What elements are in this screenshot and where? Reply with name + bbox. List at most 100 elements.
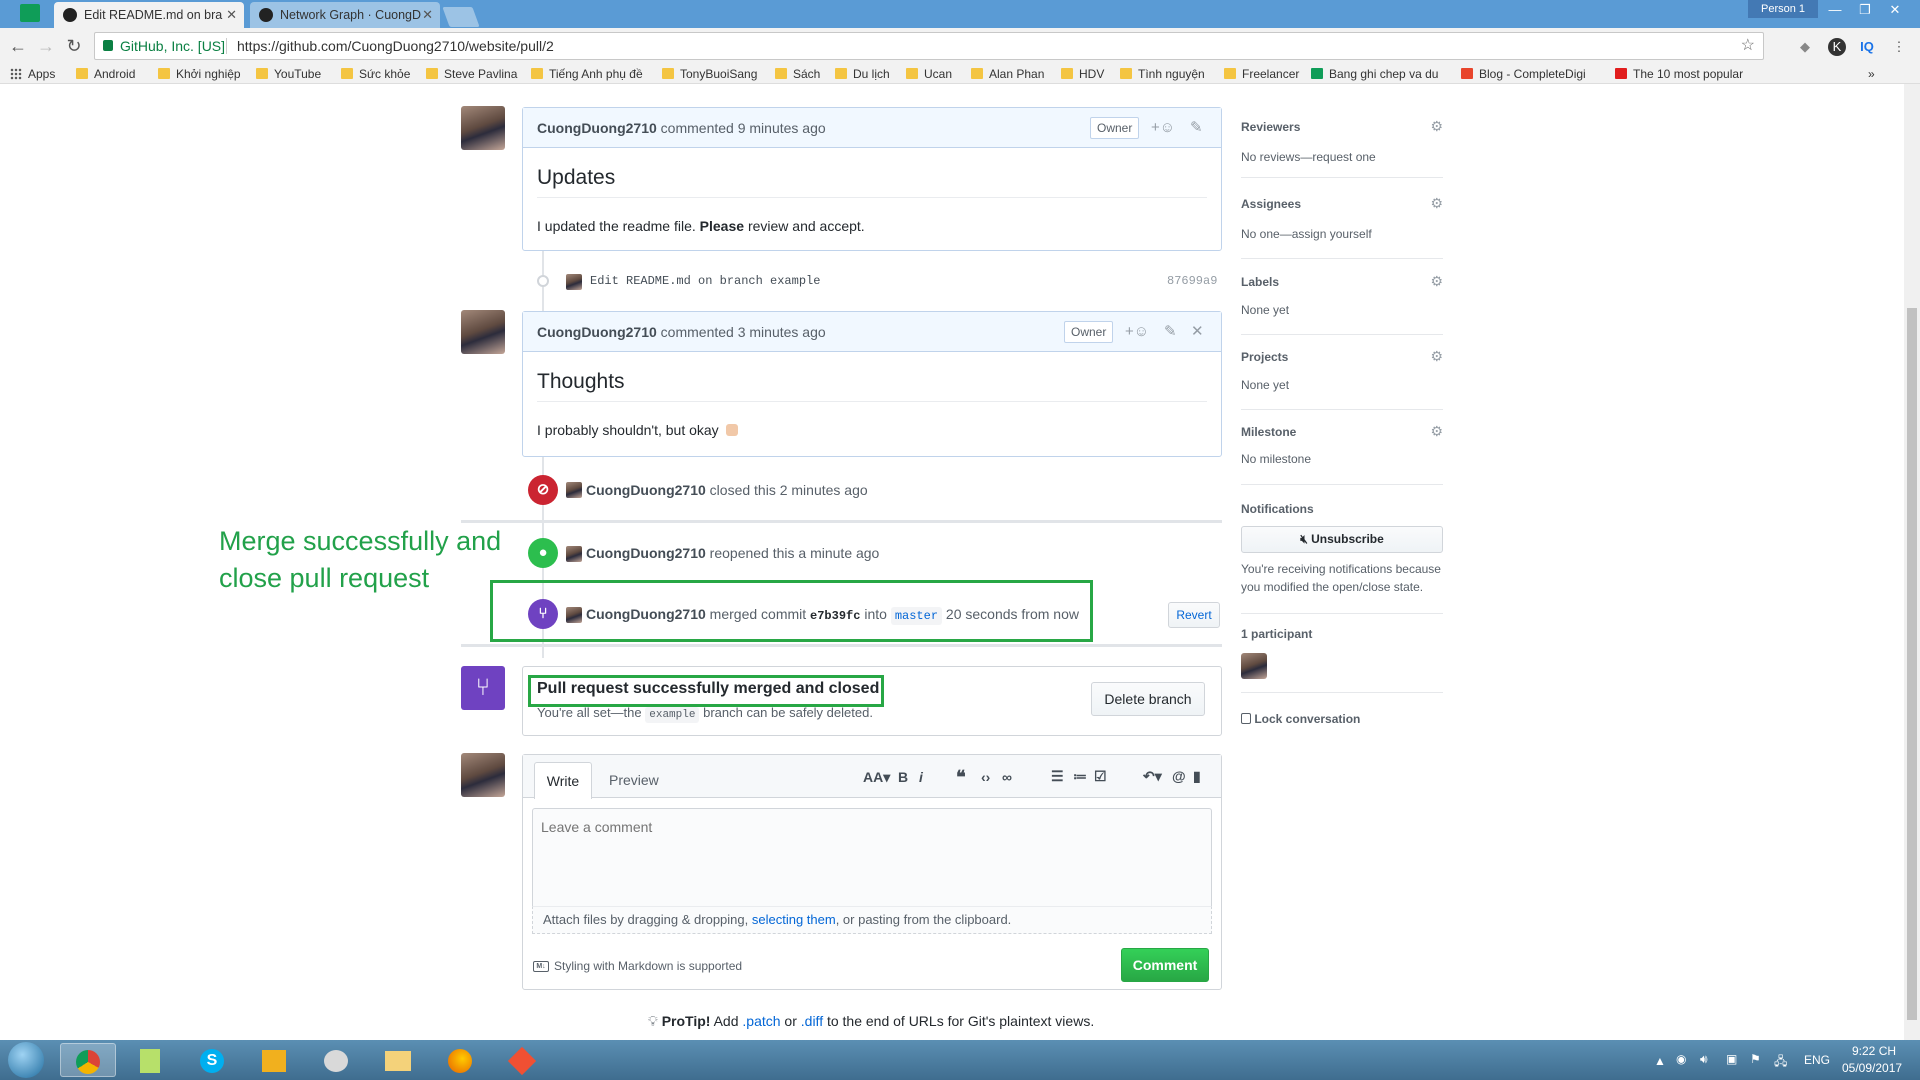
taskbar-explorer-icon[interactable]	[370, 1043, 426, 1077]
select-files-link[interactable]: selecting them	[752, 912, 836, 927]
attach-bar[interactable]: Attach files by dragging & dropping, sel…	[532, 906, 1212, 934]
bookmark-folder[interactable]: TonyBuoiSang	[660, 66, 757, 82]
comment-author[interactable]: CuongDuong2710	[537, 120, 657, 136]
back-icon[interactable]: ←	[6, 34, 30, 58]
minimize-icon[interactable]: —	[1820, 0, 1850, 20]
add-reaction-icon[interactable]: +☺	[1125, 312, 1149, 352]
lock-conversation[interactable]: Lock conversation	[1241, 712, 1360, 726]
gear-icon[interactable]: ⚙	[1430, 348, 1443, 365]
numbered-list-icon[interactable]: ≔	[1073, 768, 1087, 785]
close-tab-icon[interactable]: ✕	[422, 2, 433, 28]
bookmark-folder[interactable]: HDV	[1059, 66, 1104, 82]
clock-date[interactable]: 05/09/2017	[1842, 1061, 1902, 1075]
patch-link[interactable]: .patch	[742, 1013, 780, 1029]
comment-textarea[interactable]	[532, 808, 1212, 906]
clock-time[interactable]: 9:22 CH	[1852, 1044, 1896, 1058]
delete-branch-button[interactable]: Delete branch	[1091, 682, 1205, 716]
taskbar-firefox-icon[interactable]	[432, 1043, 488, 1077]
avatar[interactable]	[566, 274, 582, 290]
tray-arrow-icon[interactable]: ▲	[1654, 1054, 1666, 1068]
bookmark-apps[interactable]: Apps	[8, 66, 55, 82]
reply-icon[interactable]: ↶▾	[1143, 768, 1162, 785]
restore-icon[interactable]: ❐	[1850, 0, 1880, 20]
bookmark-folder[interactable]: Khởi nghiệp	[156, 66, 241, 82]
bookmark-folder[interactable]: YouTube	[254, 66, 321, 82]
volume-icon[interactable]: 🔊︎	[1700, 1052, 1708, 1067]
diff-link[interactable]: .diff	[801, 1013, 823, 1029]
code-icon[interactable]: ‹›	[981, 769, 990, 785]
tab-write[interactable]: Write	[534, 762, 592, 799]
address-bar[interactable]: GitHub, Inc. [US] https://github.com/Cuo…	[94, 32, 1764, 60]
iq-extension-icon[interactable]: IQ	[1858, 38, 1876, 56]
extension-icon[interactable]: ◆	[1796, 38, 1814, 56]
taskbar-git-icon[interactable]	[494, 1043, 550, 1077]
task-list-icon[interactable]: ☑	[1094, 768, 1107, 785]
network-icon[interactable]: 🖧︎	[1774, 1052, 1787, 1073]
menu-icon[interactable]: ⋮	[1890, 38, 1908, 56]
new-tab-button[interactable]	[442, 7, 480, 27]
sidebar-assignees[interactable]: Assignees ⚙ No one—assign yourself	[1241, 189, 1443, 259]
person-badge[interactable]: Person 1	[1748, 0, 1818, 18]
bookmark-icon[interactable]: ▮	[1193, 768, 1201, 785]
sidebar-value[interactable]: No one—assign yourself	[1241, 227, 1372, 241]
tab-preview[interactable]: Preview	[609, 762, 659, 798]
taskbar-presenter-icon[interactable]	[246, 1043, 302, 1077]
tab-edit-readme[interactable]: Edit README.md on bra ✕	[54, 2, 244, 28]
comment-time[interactable]: 3 minutes ago	[738, 324, 826, 340]
profile-k-icon[interactable]: K	[1828, 38, 1846, 56]
commit-sha[interactable]: 87699a9	[1167, 274, 1217, 288]
participant-avatar[interactable]	[1241, 653, 1267, 679]
gear-icon[interactable]: ⚙	[1430, 195, 1443, 212]
avatar[interactable]	[461, 753, 505, 797]
bookmark-folder[interactable]: Freelancer	[1222, 66, 1299, 82]
comment-time[interactable]: 9 minutes ago	[738, 120, 826, 136]
bookmark-blog[interactable]: Blog - CompleteDigi	[1459, 66, 1586, 82]
sidebar-milestone[interactable]: Milestone ⚙ No milestone	[1241, 415, 1443, 485]
avatar[interactable]	[461, 106, 505, 150]
bookmark-star-icon[interactable]: ☆	[1741, 33, 1755, 59]
delete-x-icon[interactable]: ✕	[1191, 312, 1204, 352]
gear-icon[interactable]: ⚙	[1430, 423, 1443, 440]
unsubscribe-button[interactable]: 🔇︎ Unsubscribe	[1241, 526, 1443, 553]
mention-icon[interactable]: @	[1172, 768, 1186, 784]
bookmark-folder[interactable]: Sách	[773, 66, 820, 82]
bookmark-overflow-icon[interactable]: »	[1868, 66, 1875, 82]
header-text-icon[interactable]: AA▾	[863, 769, 890, 786]
sheets-app-icon[interactable]	[20, 4, 40, 22]
link-icon[interactable]: ∞	[1002, 769, 1012, 785]
taskbar-paint-icon[interactable]	[308, 1043, 364, 1077]
bookmark-folder[interactable]: Sức khỏe	[339, 66, 410, 82]
quote-icon[interactable]: ❝	[956, 767, 966, 788]
bookmark-folder[interactable]: Alan Phan	[969, 66, 1044, 82]
tab-network-graph[interactable]: Network Graph · CuongD ✕	[250, 2, 440, 28]
bookmark-sheet[interactable]: Bang ghi chep va du	[1309, 66, 1438, 82]
revert-button[interactable]: Revert	[1168, 602, 1220, 628]
close-tab-icon[interactable]: ✕	[226, 2, 237, 28]
sidebar-value[interactable]: No reviews—request one	[1241, 150, 1376, 164]
sidebar-projects[interactable]: Projects ⚙ None yet	[1241, 340, 1443, 410]
sidebar-labels[interactable]: Labels ⚙ None yet	[1241, 265, 1443, 335]
comment-author[interactable]: CuongDuong2710	[537, 324, 657, 340]
bookmark-folder[interactable]: Tình nguyện	[1118, 66, 1205, 82]
language-indicator[interactable]: ENG	[1804, 1053, 1830, 1067]
add-reaction-icon[interactable]: +☺	[1151, 108, 1175, 148]
avatar[interactable]	[461, 310, 505, 354]
bookmark-folder[interactable]: Du lịch	[833, 66, 890, 82]
bookmark-folder[interactable]: Android	[74, 66, 135, 82]
avatar[interactable]	[566, 482, 582, 498]
taskbar-notepad-icon[interactable]	[122, 1043, 178, 1077]
bookmark-folder[interactable]: Ucan	[904, 66, 952, 82]
taskbar-skype-icon[interactable]: S	[184, 1043, 240, 1077]
page-scrollbar[interactable]	[1904, 84, 1920, 1040]
bookmark-folder[interactable]: Steve Pavlina	[424, 66, 517, 82]
event-author[interactable]: CuongDuong2710	[586, 545, 706, 561]
commit-message[interactable]: Edit README.md on branch example	[590, 274, 820, 288]
edit-pencil-icon[interactable]: ✎	[1190, 108, 1203, 148]
bullet-list-icon[interactable]: ☰	[1051, 768, 1064, 785]
close-window-icon[interactable]: ✕	[1880, 0, 1910, 20]
event-author[interactable]: CuongDuong2710	[586, 482, 706, 498]
comment-button[interactable]: Comment	[1121, 948, 1209, 982]
forward-icon[interactable]: →	[34, 34, 58, 58]
start-button-icon[interactable]	[8, 1042, 44, 1078]
flag-icon[interactable]: ⚑	[1750, 1052, 1761, 1066]
